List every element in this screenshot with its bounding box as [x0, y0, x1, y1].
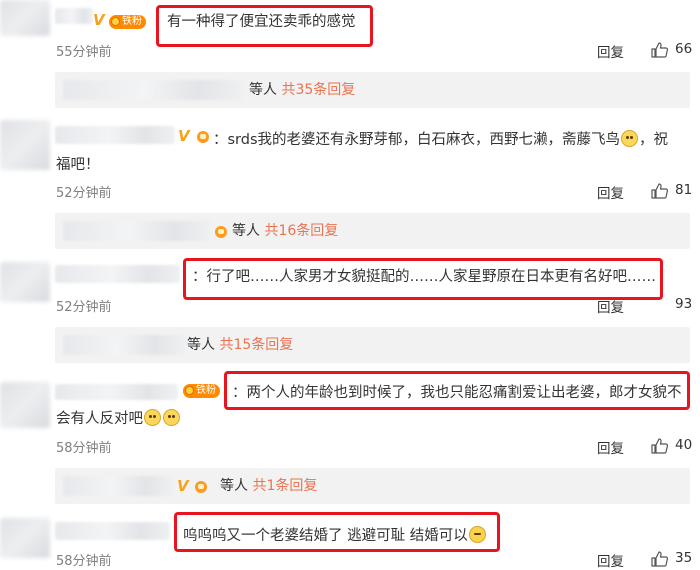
thumbs-up-icon[interactable]: [651, 42, 668, 58]
like-count: 40: [675, 437, 693, 453]
highlight-box: [183, 258, 663, 300]
reply-summary-bar[interactable]: 等人 共35条回复: [55, 72, 690, 108]
reply-usernames-blurred: [63, 80, 243, 100]
reply-etc: 等人: [249, 82, 277, 98]
username-blurred[interactable]: [55, 126, 175, 144]
reply-button[interactable]: 回复: [597, 550, 624, 570]
comment-text-line2: 福吧！: [56, 157, 100, 173]
timestamp: 58分钟前: [56, 441, 112, 456]
like-count: 35: [675, 550, 693, 566]
avatar[interactable]: [0, 262, 50, 302]
verified-v-icon: V: [178, 127, 190, 145]
cat-emoji-icon: [621, 130, 639, 147]
avatar[interactable]: [0, 518, 50, 558]
timestamp: 52分钟前: [56, 300, 112, 315]
avatar[interactable]: [0, 120, 50, 170]
timestamp: 52分钟前: [56, 186, 112, 201]
view-replies-link[interactable]: 共35条回复: [281, 82, 355, 98]
comment-text-line1: ：srds我的老婆还有永野芽郁，白石麻衣，西野七濑，斋藤飞鸟 ，祝: [213, 130, 669, 148]
username-blurred[interactable]: [55, 265, 180, 283]
like-count: 66: [675, 41, 693, 57]
highlight-box: [156, 5, 373, 47]
username-blurred[interactable]: [55, 8, 93, 24]
like-count: 93: [675, 296, 693, 312]
username-blurred[interactable]: [55, 384, 178, 400]
reply-summary-text: 等人 共15条回复: [187, 336, 293, 354]
view-replies-link[interactable]: 共16条回复: [264, 223, 338, 239]
cat-emoji-icon: [163, 409, 180, 426]
highlight-box: [224, 371, 690, 410]
reply-usernames-blurred: [63, 335, 185, 355]
highlight-box: [174, 512, 500, 552]
fan-badge-icon: [215, 225, 229, 238]
cat-emoji-icon: [144, 409, 161, 426]
fan-badge-icon: 铁粉: [183, 384, 220, 398]
fan-badge-icon: 铁粉: [109, 15, 146, 29]
avatar[interactable]: [0, 0, 50, 36]
fan-badge-icon: [195, 480, 209, 493]
fan-badge-icon: [197, 130, 211, 143]
thumbs-up-icon[interactable]: [651, 183, 668, 199]
reply-etc: 等人: [232, 223, 260, 239]
reply-usernames-blurred: [63, 476, 173, 496]
reply-summary-text: 等人 共35条回复: [249, 81, 355, 99]
timestamp: 55分钟前: [56, 45, 112, 60]
thumbs-up-icon[interactable]: [651, 551, 668, 567]
timestamp: 58分钟前: [56, 554, 112, 569]
verified-v-icon: V: [177, 477, 189, 495]
reply-usernames-blurred: [63, 221, 211, 241]
verified-v-icon: V: [93, 11, 105, 29]
reply-etc: 等人: [220, 478, 248, 494]
reply-summary-bar[interactable]: 等人 共16条回复: [55, 213, 690, 249]
username-blurred[interactable]: [55, 522, 170, 540]
view-replies-link[interactable]: 共15条回复: [219, 337, 293, 353]
like-count: 81: [675, 182, 693, 198]
reply-etc: 等人: [187, 337, 215, 353]
reply-summary-text: 等人 共16条回复: [232, 222, 338, 240]
reply-button[interactable]: 回复: [597, 296, 624, 316]
reply-summary-text: 等人 共1条回复: [220, 477, 317, 495]
reply-summary-bar[interactable]: 等人 共15条回复: [55, 327, 690, 363]
comment-text-line2: 会有人反对吧: [56, 409, 181, 428]
reply-summary-bar[interactable]: V 等人 共1条回复: [55, 468, 690, 504]
view-replies-link[interactable]: 共1条回复: [252, 478, 317, 494]
thumbs-up-icon[interactable]: [651, 438, 668, 454]
reply-button[interactable]: 回复: [597, 437, 624, 457]
reply-button[interactable]: 回复: [597, 41, 624, 61]
reply-button[interactable]: 回复: [597, 182, 624, 202]
avatar[interactable]: [0, 382, 50, 428]
